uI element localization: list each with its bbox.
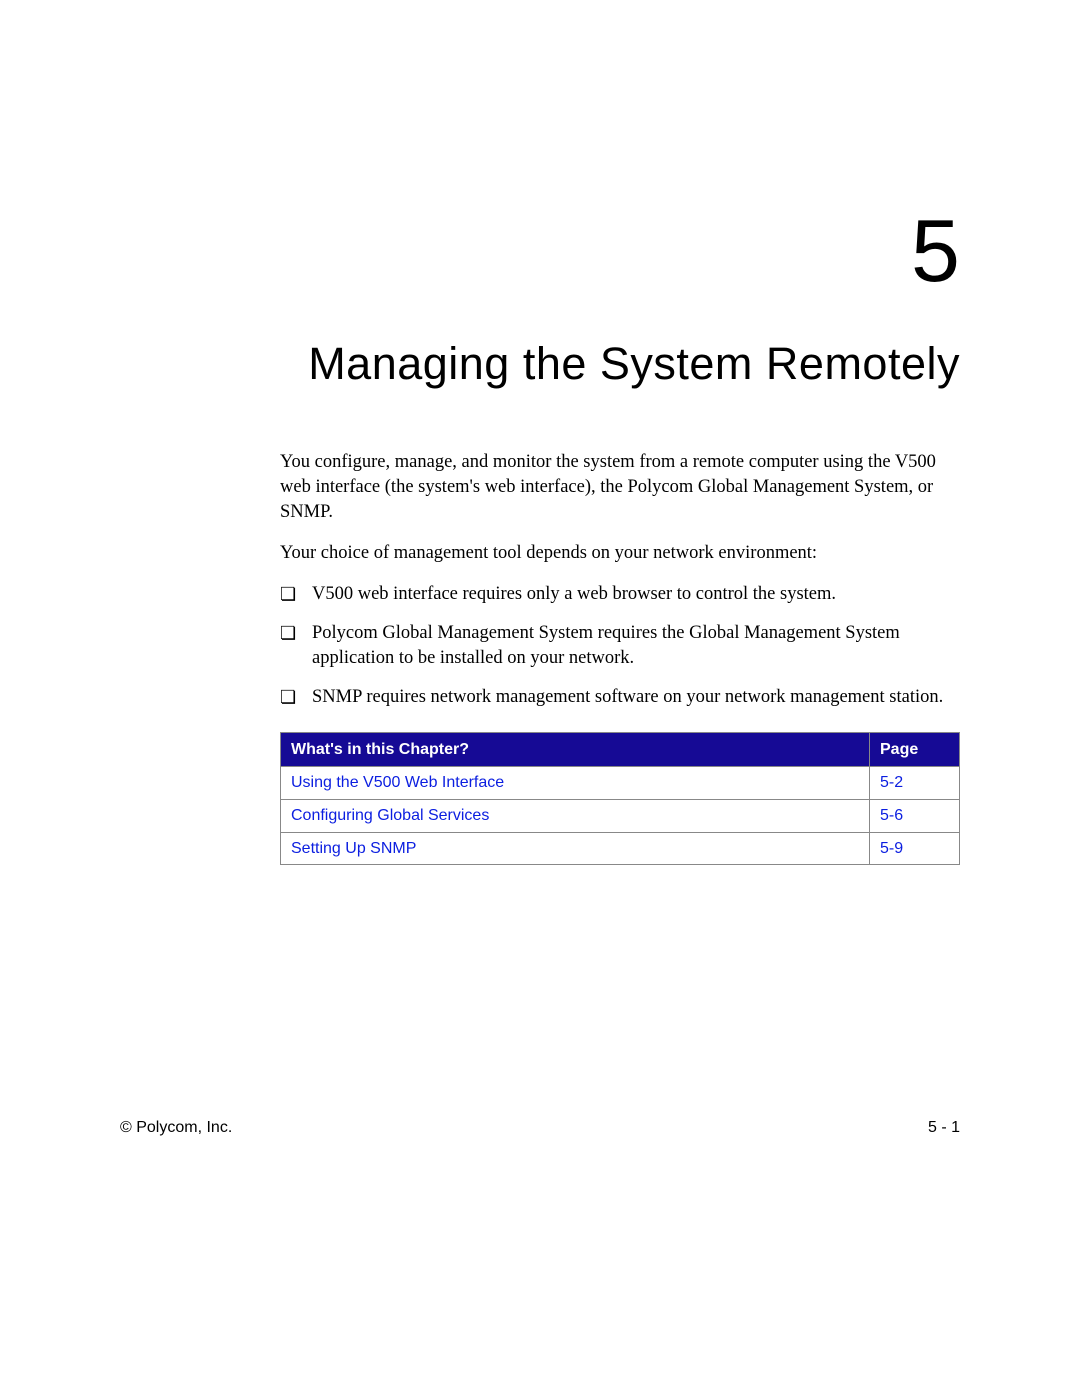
chapter-number: 5 bbox=[120, 200, 960, 302]
body-content: You configure, manage, and monitor the s… bbox=[280, 450, 960, 865]
intro-paragraph-2: Your choice of management tool depends o… bbox=[280, 541, 960, 566]
table-row: Setting Up SNMP 5-9 bbox=[281, 832, 960, 865]
list-item: Polycom Global Management System require… bbox=[280, 621, 960, 671]
chapter-title: Managing the System Remotely bbox=[120, 338, 960, 390]
table-row: Configuring Global Services 5-6 bbox=[281, 799, 960, 832]
list-item: SNMP requires network management softwar… bbox=[280, 685, 960, 710]
toc-page: 5-9 bbox=[870, 832, 960, 865]
bullet-list: V500 web interface requires only a web b… bbox=[280, 582, 960, 710]
footer-page-number: 5 - 1 bbox=[928, 1119, 960, 1137]
toc-link[interactable]: Using the V500 Web Interface bbox=[281, 767, 870, 800]
toc-header-page: Page bbox=[870, 732, 960, 767]
chapter-toc-table: What's in this Chapter? Page Using the V… bbox=[280, 732, 960, 865]
footer-copyright: © Polycom, Inc. bbox=[120, 1119, 232, 1137]
toc-page: 5-2 bbox=[870, 767, 960, 800]
toc-header-title: What's in this Chapter? bbox=[281, 732, 870, 767]
toc-link[interactable]: Setting Up SNMP bbox=[281, 832, 870, 865]
table-row: Using the V500 Web Interface 5-2 bbox=[281, 767, 960, 800]
intro-paragraph-1: You configure, manage, and monitor the s… bbox=[280, 450, 960, 525]
toc-page: 5-6 bbox=[870, 799, 960, 832]
page-footer: © Polycom, Inc. 5 - 1 bbox=[120, 1119, 960, 1137]
list-item: V500 web interface requires only a web b… bbox=[280, 582, 960, 607]
toc-link[interactable]: Configuring Global Services bbox=[281, 799, 870, 832]
